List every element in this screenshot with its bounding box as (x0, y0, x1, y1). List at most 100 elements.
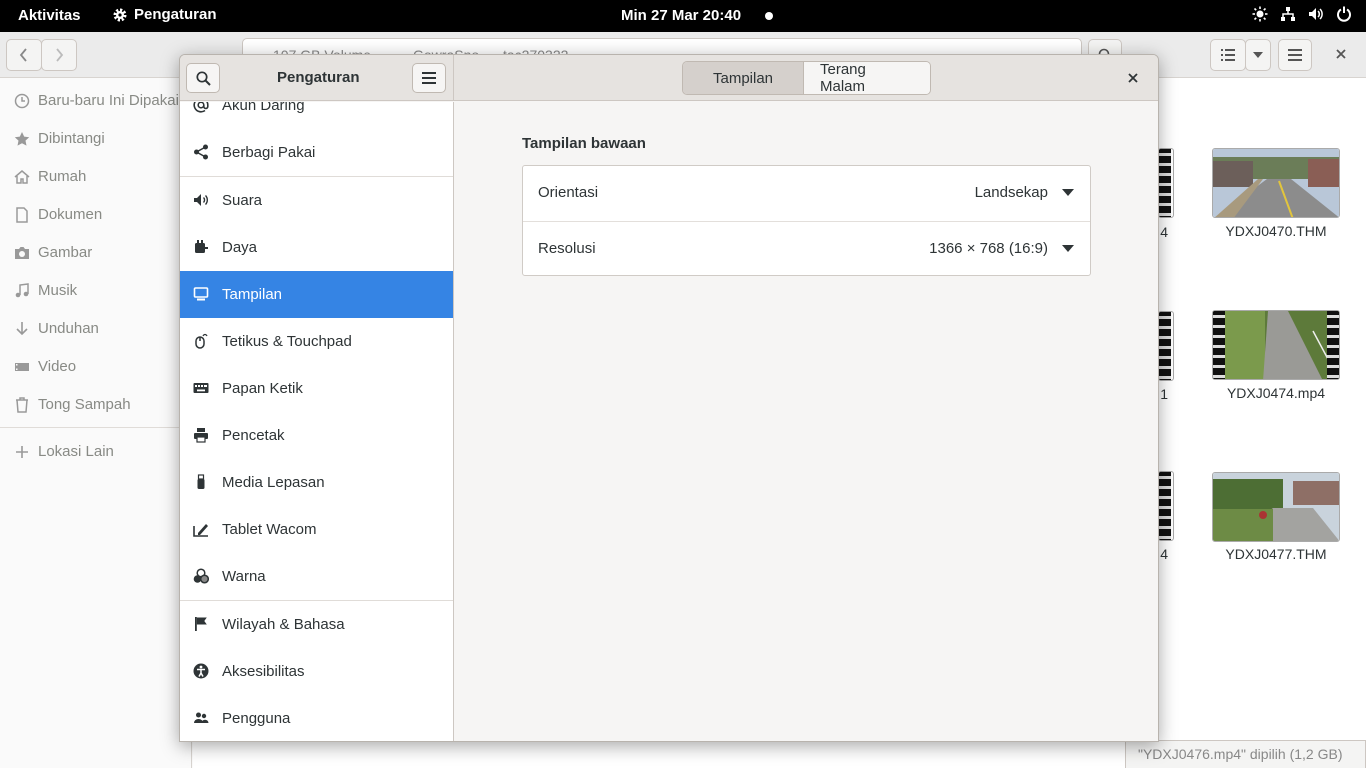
tab-night-light[interactable]: Terang Malam (803, 62, 930, 94)
settings-header-bar: Pengaturan Tampilan Terang Malam (180, 55, 1158, 101)
sidebar-item-printers[interactable]: Pencetak (180, 412, 453, 459)
fm-close-button[interactable] (1335, 47, 1347, 64)
power-plug-icon (195, 240, 208, 253)
sidebar-item-color[interactable]: Warna (180, 553, 453, 600)
file-thumbnail[interactable] (1212, 148, 1340, 218)
places-item-videos[interactable]: Video (14, 358, 76, 375)
sidebar-item-users[interactable]: Pengguna (180, 695, 453, 741)
forward-button[interactable] (41, 39, 77, 71)
file-thumbnail-partial[interactable] (1158, 471, 1174, 541)
sidebar-item-label: Pengguna (222, 710, 291, 727)
tab-display[interactable]: Tampilan (683, 62, 803, 94)
camera-icon (15, 246, 29, 259)
file-thumbnail[interactable] (1212, 310, 1340, 380)
sidebar-item-label: Media Lepasan (222, 474, 325, 491)
places-item-home[interactable]: Rumah (14, 168, 86, 185)
settings-window: Pengaturan Tampilan Terang Malam Akun Da… (179, 54, 1159, 742)
places-label: Gambar (38, 244, 93, 261)
places-item-starred[interactable]: Dibintangi (14, 130, 105, 147)
sidebar-item-power[interactable]: Daya (180, 224, 453, 271)
back-button[interactable] (6, 39, 42, 71)
sidebar-item-mouse-touchpad[interactable]: Tetikus & Touchpad (180, 318, 453, 365)
list-view-button[interactable] (1210, 39, 1246, 71)
top-bar: Aktivitas Pengaturan Min 27 Mar 20:40 (0, 0, 1366, 32)
sidebar-item-label: Papan Ketik (222, 380, 303, 397)
users-icon (194, 712, 209, 723)
file-name: YDXJ0477.THM (1225, 546, 1327, 562)
share-icon (194, 144, 208, 160)
places-item-music[interactable]: Musik (14, 282, 77, 299)
hamburger-icon (422, 72, 436, 84)
places-item-pictures[interactable]: Gambar (14, 244, 92, 261)
mouse-icon (195, 333, 208, 349)
file-thumbnail-partial[interactable] (1158, 311, 1174, 381)
chevron-right-icon (56, 48, 64, 62)
sidebar-item-label: Pencetak (222, 427, 285, 444)
file-manager-sidebar: Baru-baru Ini Dipakai Dibintangi Rumah D… (0, 78, 192, 768)
places-item-trash[interactable]: Tong Sampah (14, 396, 131, 413)
view-options-button[interactable] (1245, 39, 1271, 71)
sidebar-item-keyboard[interactable]: Papan Ketik (180, 365, 453, 412)
display-tabs: Tampilan Terang Malam (682, 61, 931, 95)
chevron-down-icon[interactable] (1062, 189, 1074, 196)
sidebar-item-label: Berbagi Pakai (222, 144, 316, 161)
display-settings-panel: Tampilan bawaan Orientasi Landsekap Reso… (455, 102, 1158, 741)
system-tray[interactable] (1252, 6, 1352, 22)
power-icon (1337, 6, 1351, 22)
places-item-documents[interactable]: Dokumen (14, 206, 102, 223)
sidebar-item-label: Suara (222, 192, 263, 209)
settings-menu-button[interactable] (412, 63, 446, 93)
file-thumbnail-partial[interactable] (1158, 148, 1174, 218)
usb-icon (197, 474, 205, 489)
tablet-icon (193, 524, 208, 537)
sidebar-item-display[interactable]: Tampilan (180, 271, 453, 318)
sidebar-item-label: Akun Daring (222, 102, 305, 114)
search-icon (195, 70, 211, 86)
settings-search-button[interactable] (186, 63, 220, 93)
sidebar-item-region-language[interactable]: Wilayah & Bahasa (180, 601, 453, 648)
resolution-value[interactable]: 1366 × 768 (16:9) (929, 240, 1048, 257)
places-item-recent[interactable]: Baru-baru Ini Dipakai (14, 92, 179, 109)
brightness-icon (1252, 6, 1268, 22)
at-icon (193, 102, 209, 113)
sidebar-item-wacom-tablet[interactable]: Tablet Wacom (180, 506, 453, 553)
download-icon (16, 321, 28, 335)
gear-icon (113, 8, 127, 21)
accessibility-icon (193, 663, 209, 679)
chevron-down-icon[interactable] (1062, 245, 1074, 252)
places-label: Rumah (38, 168, 87, 185)
sidebar-item-sharing[interactable]: Berbagi Pakai (180, 129, 453, 176)
notification-dot (765, 12, 773, 20)
file-thumbnail[interactable] (1212, 472, 1340, 542)
clock[interactable]: Min 27 Mar 20:40 (621, 7, 741, 24)
places-label: Video (38, 358, 77, 375)
plus-icon (16, 445, 28, 458)
network-icon (1281, 7, 1295, 21)
image-thumbnail (1213, 149, 1339, 217)
sidebar-item-sound[interactable]: Suara (180, 177, 453, 224)
volume-icon (1309, 8, 1323, 20)
fm-menu-button[interactable] (1278, 39, 1312, 71)
sidebar-item-accessibility[interactable]: Aksesibilitas (180, 648, 453, 695)
settings-close-button[interactable] (1120, 65, 1146, 91)
sidebar-item-removable-media[interactable]: Media Lepasan (180, 459, 453, 506)
sidebar-item-label: Warna (222, 568, 266, 585)
orientation-row[interactable]: Orientasi Landsekap (523, 166, 1090, 221)
activities-button[interactable]: Aktivitas (18, 7, 81, 24)
sidebar-item-label: Tampilan (222, 286, 283, 303)
file-name: YDXJ0474.mp4 (1226, 385, 1326, 401)
filmstrip (1213, 311, 1225, 379)
selection-status: "YDXJ0476.mp4" dipilih (1,2 GB) (1125, 740, 1366, 768)
filmstrip (1327, 311, 1339, 379)
sidebar-item-online-accounts[interactable]: Akun Daring (180, 102, 453, 129)
places-item-downloads[interactable]: Unduhan (14, 320, 99, 337)
resolution-row[interactable]: Resolusi 1366 × 768 (16:9) (523, 221, 1090, 276)
resolution-label: Resolusi (538, 240, 596, 257)
app-menu[interactable]: Pengaturan (112, 6, 217, 23)
places-item-other-locations[interactable]: Lokasi Lain (14, 443, 114, 460)
clock-icon (14, 93, 30, 108)
trash-icon (16, 396, 28, 413)
places-label: Musik (38, 282, 78, 299)
keyboard-icon (193, 383, 209, 393)
orientation-value[interactable]: Landsekap (975, 184, 1048, 201)
